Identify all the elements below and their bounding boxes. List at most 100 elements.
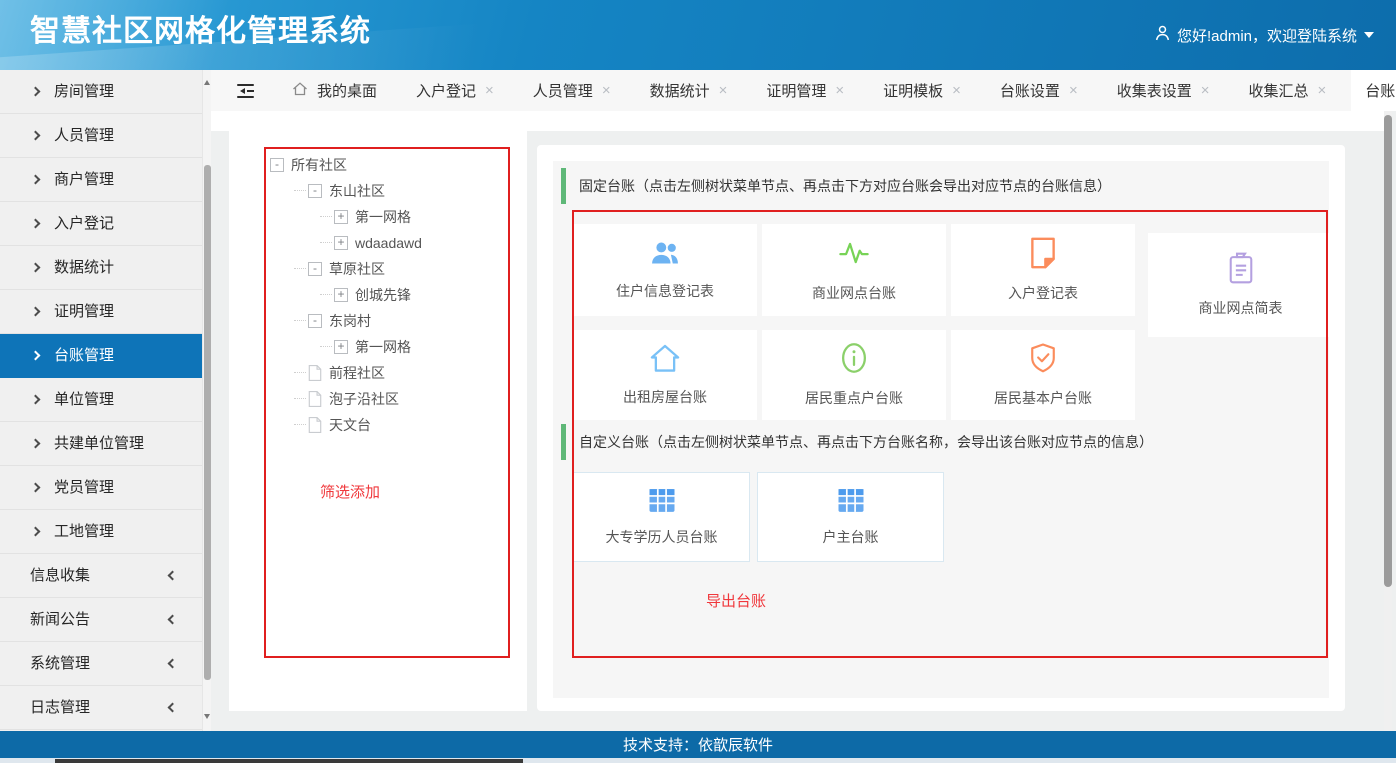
- collapse-menu-icon[interactable]: [237, 84, 254, 98]
- sidebar-item-household-register[interactable]: 入户登记: [0, 202, 202, 246]
- content-scrollbar[interactable]: [1384, 111, 1392, 731]
- tree-node-qiancheng[interactable]: 前程社区: [266, 360, 508, 386]
- sidebar-item-label: 台账管理: [54, 334, 114, 377]
- tree-node-label: 东岗村: [329, 311, 371, 331]
- tab-label: 收集表设置: [1117, 80, 1192, 101]
- chevron-right-icon: [31, 439, 41, 449]
- sidebar-item-label: 工地管理: [54, 510, 114, 553]
- fixed-ledger-section-header: 固定台账（点击左侧树状菜单节点、再点击下方对应台账会导出对应节点的台账信息）: [561, 168, 1111, 204]
- sidebar-item-label: 共建单位管理: [54, 422, 144, 465]
- tree-node-tianwentai[interactable]: 天文台: [266, 412, 508, 438]
- sidebar-item-certificate-mgmt[interactable]: 证明管理: [0, 290, 202, 334]
- tree-node-label: 创城先锋: [355, 285, 411, 305]
- sidebar-item-news-notice[interactable]: 新闻公告: [0, 598, 202, 642]
- collapse-toggle-icon[interactable]: -: [308, 314, 322, 328]
- file-icon: [1030, 237, 1056, 272]
- clipboard-icon: [1227, 252, 1255, 287]
- app-window: 智慧社区网格化管理系统 您好!admin，欢迎登陆系统 房间管理 人员管理 商户…: [0, 0, 1396, 763]
- close-icon[interactable]: ×: [1201, 82, 1210, 99]
- close-icon[interactable]: ×: [1318, 82, 1327, 99]
- ledger-card-business-outlet[interactable]: 商业网点台账: [762, 224, 946, 316]
- sidebar-item-system-mgmt[interactable]: 系统管理: [0, 642, 202, 686]
- scrollbar-thumb[interactable]: [204, 165, 211, 680]
- card-label: 入户登记表: [1008, 283, 1078, 303]
- tab-certificate-template[interactable]: 证明模板×: [869, 70, 975, 111]
- tree-node-chuangcheng[interactable]: + 创城先锋: [266, 282, 508, 308]
- shield-check-icon: [1029, 342, 1057, 377]
- collapse-toggle-icon[interactable]: -: [308, 262, 322, 276]
- scroll-up-arrow[interactable]: [204, 77, 210, 85]
- tab-label: 数据统计: [650, 80, 710, 101]
- section-title: 自定义台账（点击左侧树状菜单节点、再点击下方台账名称，会导出该台账对应节点的信息…: [579, 432, 1153, 452]
- tab-certificate-mgmt[interactable]: 证明管理×: [752, 70, 858, 111]
- expand-toggle-icon[interactable]: +: [334, 288, 348, 302]
- sidebar-item-ledger-mgmt[interactable]: 台账管理: [0, 334, 202, 378]
- tab-person-mgmt[interactable]: 人员管理×: [519, 70, 625, 111]
- sidebar-item-data-statistics[interactable]: 数据统计: [0, 246, 202, 290]
- ledger-card-key-resident[interactable]: 居民重点户台账: [762, 330, 946, 420]
- tab-label: 我的桌面: [317, 80, 377, 101]
- footer-text: 技术支持：依歆辰软件: [623, 734, 773, 755]
- close-icon[interactable]: ×: [602, 82, 611, 99]
- collapse-toggle-icon[interactable]: -: [270, 158, 284, 172]
- ledger-card-business-outlet-brief[interactable]: 商业网点简表: [1148, 233, 1333, 337]
- house-icon: [649, 343, 681, 376]
- ledger-card-rental-housing[interactable]: 出租房屋台账: [573, 330, 757, 420]
- tree-node-grid-one[interactable]: +第一网格: [266, 204, 508, 230]
- tab-my-desktop[interactable]: 我的桌面: [278, 70, 391, 111]
- sidebar-item-worksite-mgmt[interactable]: 工地管理: [0, 510, 202, 554]
- sidebar-item-merchant-mgmt[interactable]: 商户管理: [0, 158, 202, 202]
- person-icon: [1155, 25, 1170, 45]
- chevron-right-icon: [31, 263, 41, 273]
- collapse-toggle-icon[interactable]: -: [308, 184, 322, 198]
- tab-collection-summary[interactable]: 收集汇总×: [1234, 70, 1340, 111]
- expand-toggle-icon[interactable]: +: [334, 210, 348, 224]
- card-label: 商业网点简表: [1199, 298, 1283, 318]
- tab-data-statistics[interactable]: 数据统计 ×: [636, 70, 742, 111]
- sidebar-item-joint-unit-mgmt[interactable]: 共建单位管理: [0, 422, 202, 466]
- sidebar-item-room-mgmt[interactable]: 房间管理: [0, 70, 202, 114]
- tree-node-label: 天文台: [329, 415, 371, 435]
- table-icon: [837, 488, 865, 516]
- close-icon[interactable]: ×: [835, 82, 844, 99]
- sidebar-item-person-mgmt[interactable]: 人员管理: [0, 114, 202, 158]
- tree-node-all-communities[interactable]: -所有社区: [266, 152, 508, 178]
- sidebar-item-info-collection[interactable]: 信息收集: [0, 554, 202, 598]
- tree-node-grid-one-2[interactable]: +第一网格: [266, 334, 508, 360]
- tab-ledger-settings[interactable]: 台账设置×: [986, 70, 1092, 111]
- tab-collection-form-settings[interactable]: 收集表设置 ×: [1103, 70, 1224, 111]
- expand-toggle-icon[interactable]: +: [334, 236, 348, 250]
- ledger-card-household-register-form[interactable]: 入户登记表: [951, 224, 1135, 316]
- close-icon[interactable]: ×: [485, 82, 494, 99]
- bottom-edge-dark-segment: [55, 759, 523, 763]
- sidebar-item-log-mgmt[interactable]: 日志管理: [0, 686, 202, 730]
- tree-node-donggang[interactable]: -东岗村: [266, 308, 508, 334]
- tree-node-caoyuan[interactable]: -草原社区: [266, 256, 508, 282]
- scroll-down-arrow[interactable]: [204, 714, 210, 722]
- ledger-card-college-degree[interactable]: 大专学历人员台账: [573, 472, 750, 562]
- ledger-card-basic-resident[interactable]: 居民基本户台账: [951, 330, 1135, 420]
- user-menu[interactable]: 您好!admin，欢迎登陆系统: [1155, 0, 1374, 70]
- sidebar-item-party-member-mgmt[interactable]: 党员管理: [0, 466, 202, 510]
- tree-node-dongshan[interactable]: -东山社区: [266, 178, 508, 204]
- close-icon[interactable]: ×: [719, 82, 728, 99]
- tree-node-label: wdaadawd: [355, 235, 422, 251]
- chevron-left-icon: [168, 659, 178, 669]
- expand-toggle-icon[interactable]: +: [334, 340, 348, 354]
- tab-household-register[interactable]: 入户登记×: [402, 70, 508, 111]
- scrollbar-thumb[interactable]: [1384, 115, 1392, 587]
- close-icon[interactable]: ×: [1069, 82, 1078, 99]
- tree-node-wdaadawd[interactable]: + wdaadawd: [266, 230, 508, 256]
- ledger-card-householder[interactable]: 户主台账: [757, 472, 944, 562]
- ledger-card-resident-info[interactable]: 住户信息登记表: [573, 224, 757, 316]
- chevron-left-icon: [168, 571, 178, 581]
- sidebar-item-label: 新闻公告: [30, 598, 90, 641]
- tree-node-paoziyan[interactable]: 泡子沿社区: [266, 386, 508, 412]
- close-icon[interactable]: ×: [952, 82, 961, 99]
- sidebar-item-unit-mgmt[interactable]: 单位管理: [0, 378, 202, 422]
- card-label: 户主台账: [823, 527, 879, 547]
- sidebar-scrollbar[interactable]: [202, 70, 211, 731]
- tab-ledger-mgmt-active[interactable]: 台账管理×: [1351, 70, 1396, 111]
- chevron-right-icon: [31, 307, 41, 317]
- tab-label: 台账管理: [1365, 80, 1396, 101]
